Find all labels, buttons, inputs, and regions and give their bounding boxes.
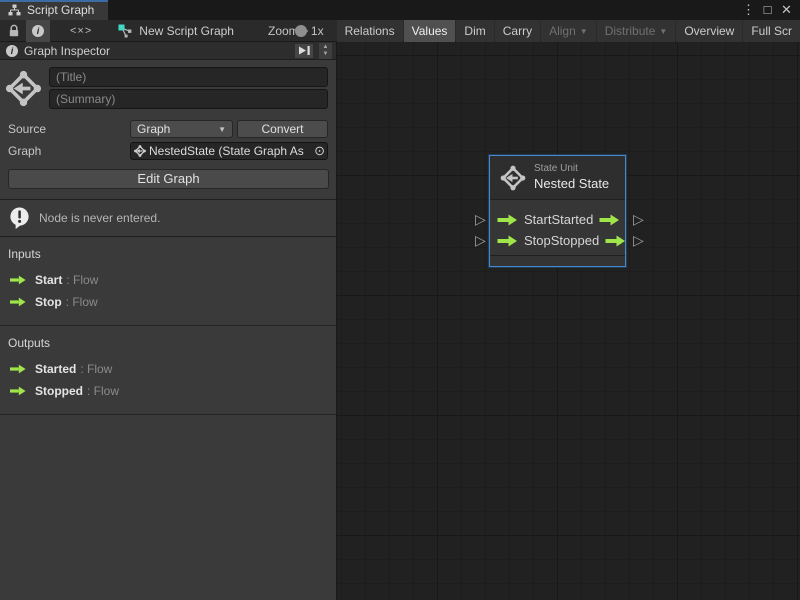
- zoom-slider-handle[interactable]: [295, 25, 307, 37]
- flow-arrow-icon: [10, 364, 26, 374]
- new-graph-icon: [118, 24, 133, 38]
- dim-button[interactable]: Dim: [456, 20, 493, 42]
- dock-icon: [298, 45, 311, 56]
- graph-field-label: Graph: [8, 144, 130, 158]
- state-unit-icon: [5, 70, 42, 107]
- warning-banner: Node is never entered.: [0, 199, 336, 237]
- source-row: Source Graph ▼ Convert: [8, 119, 328, 139]
- zoom-value: 1x: [311, 24, 324, 38]
- list-item: Stop : Flow: [0, 291, 336, 313]
- new-script-graph-button[interactable]: New Script Graph: [110, 24, 242, 38]
- panel-scroll-spinner[interactable]: ▲ ▼: [319, 43, 332, 59]
- chevron-down-icon: ▼: [218, 125, 226, 134]
- edit-graph-button[interactable]: Edit Graph: [8, 169, 329, 189]
- flow-arrow-icon: [10, 275, 26, 285]
- graph-object-value: NestedState (State Graph As: [149, 144, 311, 158]
- node-port-row: Stop Stopped: [490, 230, 625, 251]
- fullscreen-button[interactable]: Full Scr: [743, 20, 800, 42]
- graph-object-field[interactable]: NestedState (State Graph As ⊙: [130, 142, 328, 160]
- list-item: Start : Flow: [0, 269, 336, 291]
- code-view-button[interactable]: <×>: [64, 20, 98, 42]
- input-port-stop[interactable]: Stop: [497, 233, 551, 248]
- node-title-label: Nested State: [534, 176, 609, 192]
- flow-arrow-icon: [497, 214, 518, 226]
- tab-label: Script Graph: [27, 3, 94, 17]
- tab-script-graph[interactable]: Script Graph: [0, 0, 108, 20]
- spinner-down-icon[interactable]: ▼: [323, 51, 329, 58]
- flow-arrow-icon: [605, 235, 626, 247]
- overview-button[interactable]: Overview: [676, 20, 742, 42]
- graph-canvas[interactable]: ▷ ▷ ▷ ▷ State Unit Nested State: [337, 42, 800, 600]
- input-port-start[interactable]: Start: [497, 212, 551, 227]
- list-item: Stopped : Flow: [0, 380, 336, 402]
- input-connection-triangle[interactable]: ▷: [475, 233, 486, 247]
- node-footer: [490, 255, 625, 266]
- graph-toolbar: i <×> New Script Graph Zoom 1x Relations…: [0, 20, 800, 42]
- flow-arrow-icon: [599, 214, 620, 226]
- graph-inspector-title: Graph Inspector: [24, 44, 110, 58]
- dock-panel-button[interactable]: [295, 44, 313, 58]
- chevron-down-icon: ▼: [659, 27, 667, 36]
- outputs-heading: Outputs: [0, 334, 336, 358]
- new-graph-label: New Script Graph: [139, 24, 234, 38]
- toolbar-toggle-group: Relations Values Dim Carry Align▼ Distri…: [336, 20, 800, 42]
- warning-text: Node is never entered.: [39, 211, 160, 225]
- flow-arrow-icon: [10, 386, 26, 396]
- node-kind-label: State Unit: [534, 163, 609, 176]
- maximize-icon[interactable]: □: [760, 1, 775, 19]
- source-dropdown[interactable]: Graph ▼: [130, 120, 233, 138]
- object-picker-icon[interactable]: ⊙: [314, 143, 325, 159]
- state-graph-asset-icon: [134, 145, 146, 157]
- graph-inspector-panel: i Graph Inspector ▲ ▼: [0, 42, 337, 600]
- lock-button[interactable]: [2, 20, 26, 42]
- distribute-dropdown[interactable]: Distribute▼: [597, 20, 676, 42]
- inputs-heading: Inputs: [0, 245, 336, 269]
- output-connection-triangle[interactable]: ▷: [633, 212, 644, 226]
- list-item: Started : Flow: [0, 358, 336, 380]
- nested-state-node[interactable]: State Unit Nested State Start Started: [489, 155, 626, 267]
- info-icon: i: [32, 25, 44, 37]
- output-port-started[interactable]: Started: [551, 212, 620, 227]
- menu-icon[interactable]: ⋮: [741, 1, 756, 19]
- flow-arrow-icon: [497, 235, 518, 247]
- align-dropdown[interactable]: Align▼: [541, 20, 596, 42]
- graph-row: Graph NestedState (State Graph As ⊙: [8, 141, 328, 161]
- convert-button[interactable]: Convert: [237, 120, 328, 138]
- close-icon[interactable]: ✕: [779, 1, 794, 19]
- values-button[interactable]: Values: [404, 20, 456, 42]
- graph-title-block: [0, 60, 336, 117]
- node-header[interactable]: State Unit Nested State: [490, 156, 625, 200]
- warning-bubble-icon: [8, 206, 31, 230]
- summary-input[interactable]: [49, 89, 328, 109]
- flow-arrow-icon: [10, 297, 26, 307]
- source-label: Source: [8, 122, 130, 136]
- script-graph-tab-icon: [8, 4, 21, 16]
- input-connection-triangle[interactable]: ▷: [475, 212, 486, 226]
- inputs-section: Inputs Start : Flow Stop : Flow: [0, 237, 336, 326]
- graph-inspector-header: i Graph Inspector ▲ ▼: [0, 42, 336, 60]
- title-input[interactable]: [49, 67, 328, 87]
- carry-button[interactable]: Carry: [495, 20, 540, 42]
- state-unit-icon: [500, 165, 526, 191]
- code-icon: <×>: [70, 25, 92, 37]
- node-port-row: Start Started: [490, 209, 625, 230]
- output-connection-triangle[interactable]: ▷: [633, 233, 644, 247]
- spinner-up-icon[interactable]: ▲: [323, 44, 329, 51]
- output-port-stopped[interactable]: Stopped: [551, 233, 626, 248]
- inspector-toggle-button[interactable]: i: [26, 20, 50, 42]
- relations-button[interactable]: Relations: [337, 20, 403, 42]
- info-icon: i: [6, 45, 18, 57]
- unity-script-graph-window: Script Graph ⋮ □ ✕ i <×>: [0, 0, 800, 600]
- window-controls: ⋮ □ ✕: [741, 0, 800, 20]
- lock-icon: [8, 24, 20, 38]
- tab-bar: Script Graph ⋮ □ ✕: [0, 0, 800, 20]
- outputs-section: Outputs Started : Flow Stopped : Flow: [0, 326, 336, 415]
- chevron-down-icon: ▼: [580, 27, 588, 36]
- node-ports: Start Started Stop Stopped: [490, 200, 625, 251]
